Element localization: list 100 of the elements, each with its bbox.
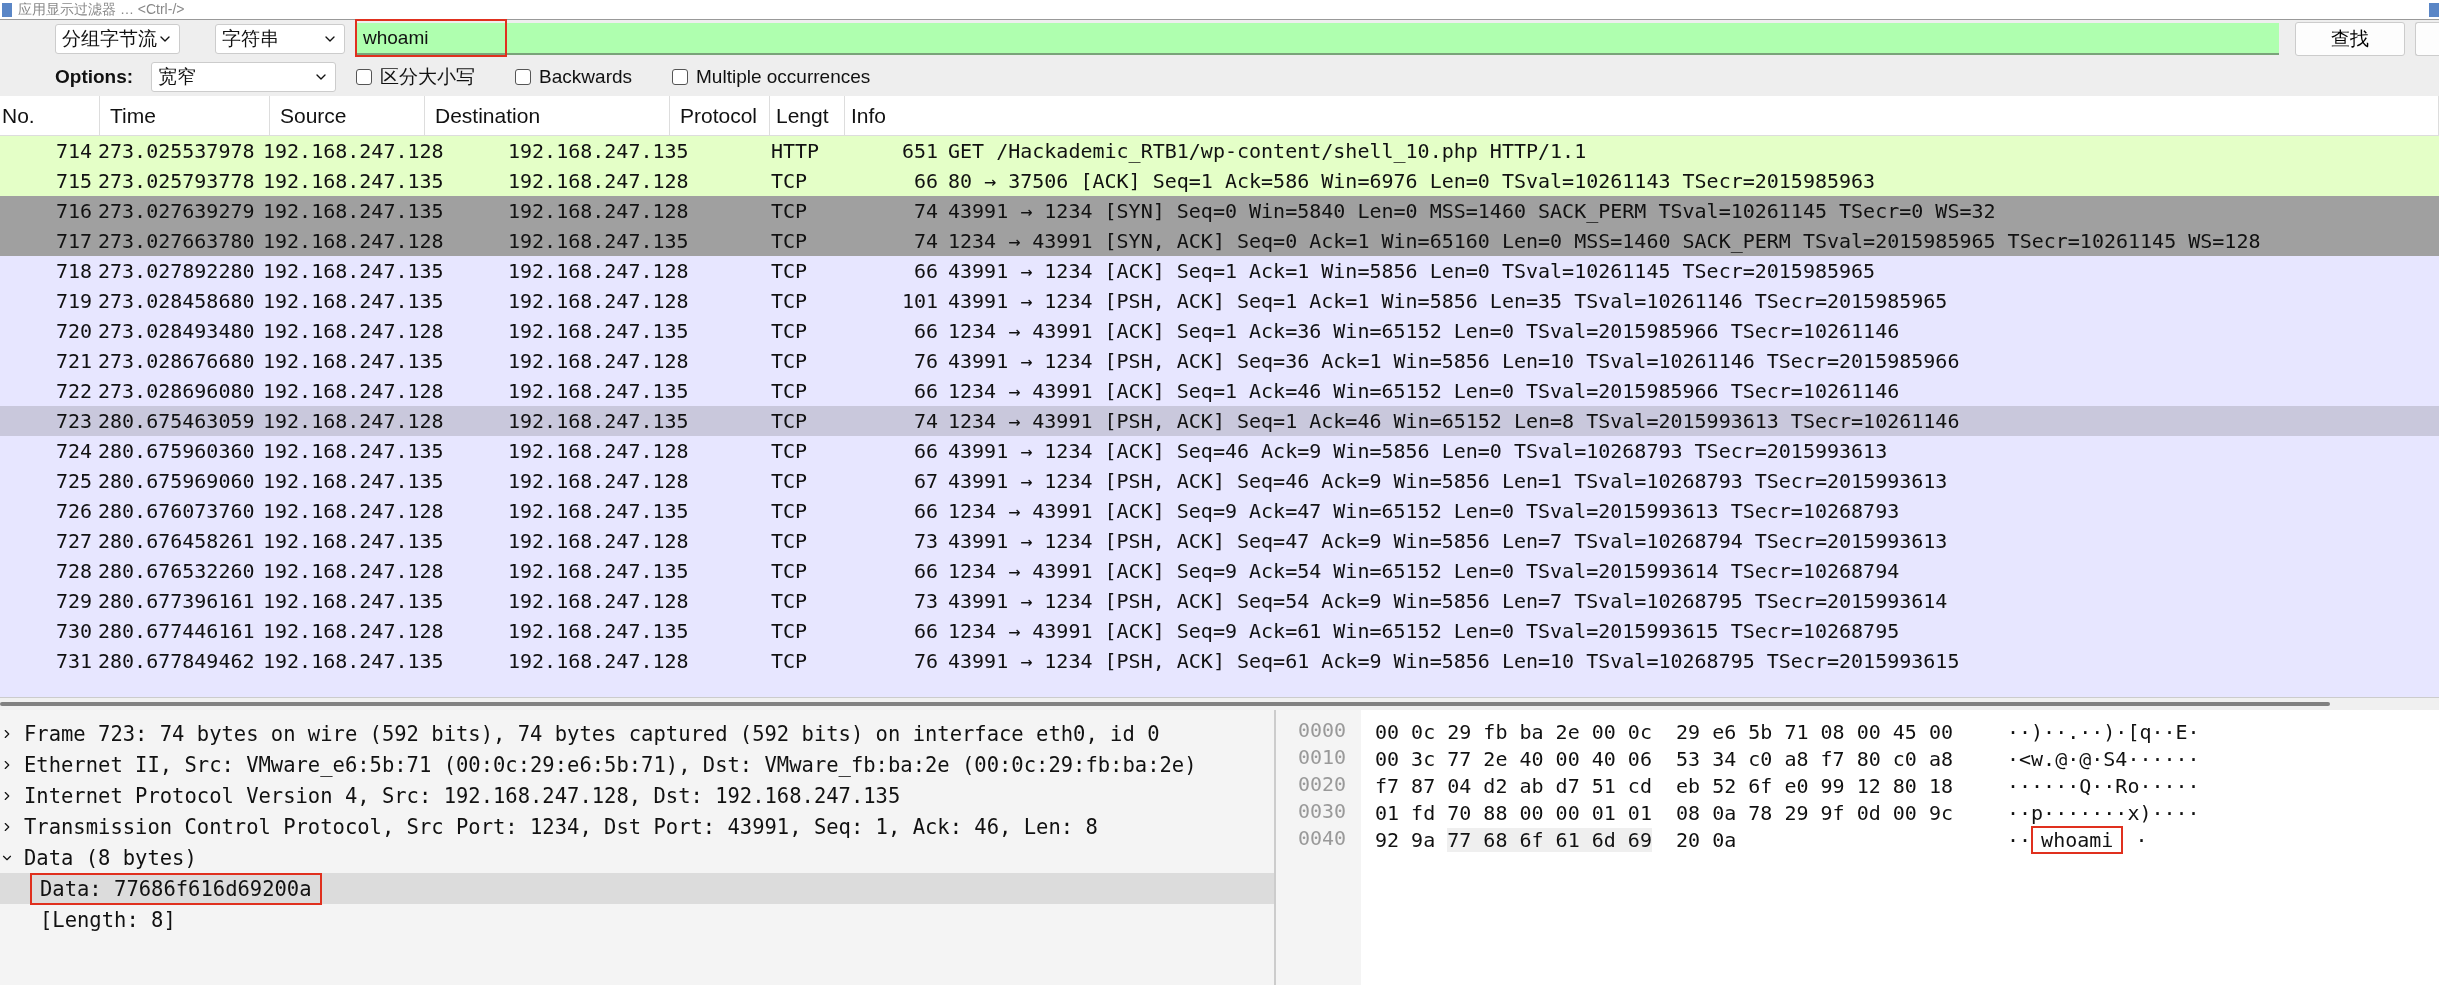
tree-row[interactable]: Data (8 bytes)	[0, 842, 1274, 873]
packet-number: 720	[54, 319, 93, 343]
column-header[interactable]: Source	[270, 96, 425, 135]
packet-info: 1234 → 43991 [ACK] Seq=1 Ack=46 Win=65152 Len=0 TSval=2015985966 TSecr=10261146	[947, 379, 1901, 403]
packet-protocol: TCP	[770, 199, 809, 223]
packet-protocol: TCP	[770, 319, 809, 343]
packet-source: 192.168.247.128	[262, 409, 445, 433]
packet-source: 192.168.247.128	[262, 319, 445, 343]
packet-info: 1234 → 43991 [ACK] Seq=9 Ack=61 Win=65152 Len=0 TSval=2015993615 TSecr=10268795	[947, 619, 1901, 643]
tree-row[interactable]: Transmission Control Protocol, Src Port: 1234, Dst Port: 43991, Seq: 1, Ack: 46, Len: 8	[0, 811, 1274, 842]
packet-info: 1234 → 43991 [SYN, ACK] Seq=0 Ack=1 Win=65160 Len=0 MSS=1460 SACK_PERM TSval=2015985965 TSecr=10261145 WS=128	[947, 229, 2262, 253]
option-checkbox[interactable]: Backwards	[515, 66, 633, 88]
hex-bytes: f7 87 04 d2 ab d7 51 cd	[1375, 773, 1652, 798]
tree-row[interactable]: Internet Protocol Version 4, Src: 192.168.247.128, Dst: 192.168.247.135	[0, 780, 1274, 811]
packet-info: GET /Hackademic_RTB1/wp-content/shell_10.php HTTP/1.1	[947, 139, 1588, 163]
packet-length: 73	[912, 589, 938, 613]
packet-length: 66	[912, 619, 938, 643]
packet-number: 725	[54, 469, 93, 493]
hex-bytes: 92 9a	[1375, 827, 1436, 852]
ascii-text: ··p·······x)····	[2006, 799, 2201, 827]
packet-protocol: TCP	[770, 349, 809, 373]
packet-time: 273.028493480	[97, 319, 256, 343]
packet-destination: 192.168.247.128	[507, 439, 690, 463]
packet-time: 273.025537978	[97, 139, 256, 163]
packet-time: 280.676458261	[97, 529, 256, 553]
packet-destination: 192.168.247.128	[507, 289, 690, 313]
packet-number: 724	[54, 439, 93, 463]
charset-dropdown[interactable]: 宽窄	[151, 62, 337, 92]
column-header[interactable]: No.	[0, 96, 100, 135]
packet-source: 192.168.247.128	[262, 499, 445, 523]
packet-destination: 192.168.247.128	[507, 469, 690, 493]
packet-number: 719	[54, 289, 93, 313]
column-header[interactable]: Time	[100, 96, 270, 135]
packet-destination: 192.168.247.128	[507, 259, 690, 283]
packet-destination: 192.168.247.135	[507, 619, 690, 643]
packet-source: 192.168.247.128	[262, 229, 445, 253]
search-in-dropdown[interactable]: 分组字节流	[55, 24, 180, 54]
packet-row[interactable]: 723 280.675463059 192.168.247.128 192.168.247.135 TCP 74 1234 → 43991 [PSH, ACK] Seq=1 Ack=46 Win=65152 Len=8 TSval=2015993613 TSecr=10261146	[0, 406, 2439, 436]
column-header[interactable]: Info	[845, 96, 2439, 135]
packet-source: 192.168.247.128	[262, 619, 445, 643]
packet-time: 273.028458680	[97, 289, 256, 313]
packet-source: 192.168.247.128	[262, 559, 445, 583]
tree-row[interactable]: Frame 723: 74 bytes on wire (592 bits), 74 bytes captured (592 bits) on interface eth0, id 0	[0, 718, 1274, 749]
find-button[interactable]: 查找	[2295, 22, 2405, 56]
packet-time: 280.677446161	[97, 619, 256, 643]
packet-destination: 192.168.247.135	[507, 409, 690, 433]
packet-protocol: TCP	[770, 259, 809, 283]
packet-length: 66	[912, 379, 938, 403]
tree-row[interactable]: Ethernet II, Src: VMware_e6:5b:71 (00:0c:29:e6:5b:71), Dst: VMware_fb:ba:2e (00:0c:29:fb:ba:2e)	[0, 749, 1274, 780]
packet-time: 273.028676680	[97, 349, 256, 373]
option-checkbox[interactable]: Multiple occurrences	[672, 66, 871, 88]
packet-row[interactable]: 716 273.027639279 192.168.247.135 192.168.247.128 TCP 74 43991 → 1234 [SYN] Seq=0 Win=5840 Len=0 MSS=1460 SACK_PERM TSval=10261145 TSecr=0 WS=32	[0, 196, 2439, 226]
ascii-text: ·<w.@·@·S4······	[2006, 745, 2201, 773]
packet-time: 280.676073760	[97, 499, 256, 523]
ascii-text: ··	[2006, 826, 2033, 854]
packet-number: 726	[54, 499, 93, 523]
column-header[interactable]: Protocol	[670, 96, 770, 135]
search-type-dropdown[interactable]: 字符串	[215, 24, 345, 54]
packet-protocol: TCP	[770, 469, 809, 493]
packet-source: 192.168.247.135	[262, 529, 445, 553]
packet-length: 66	[912, 439, 938, 463]
option-checkbox[interactable]: 区分大小写	[356, 64, 476, 90]
packet-number: 723	[54, 409, 93, 433]
hex-bytes: 77 68 6f 61 6d 69	[1447, 827, 1652, 852]
filter-placeholder[interactable]: 应用显示过滤器 … <Ctrl-/>	[18, 0, 2423, 19]
packet-protocol: TCP	[770, 529, 809, 553]
packet-time: 280.675463059	[97, 409, 256, 433]
packet-protocol: TCP	[770, 499, 809, 523]
packet-source: 192.168.247.135	[262, 169, 445, 193]
tree-text: Data (8 bytes)	[23, 844, 198, 872]
tree-text: Data: 77686f616d69200a	[30, 872, 322, 905]
packet-time: 280.677396161	[97, 589, 256, 613]
packet-row[interactable]: 717 273.027663780 192.168.247.128 192.168.247.135 TCP 74 1234 → 43991 [SYN, ACK] Seq=0 Ack=1 Win=65160 Len=0 MSS=1460 SACK_PERM TSval=2015985965 TSecr=10261145 WS=128	[0, 226, 2439, 256]
packet-length: 67	[912, 469, 938, 493]
packet-length: 74	[912, 409, 938, 433]
packet-protocol: HTTP	[770, 139, 821, 163]
packet-info: 43991 → 1234 [SYN] Seq=0 Win=5840 Len=0 MSS=1460 SACK_PERM TSval=10261145 TSecr=0 WS=32	[947, 199, 1997, 223]
packet-row[interactable]: 714 273.025537978 192.168.247.128 192.168.247.135 HTTP 651 GET /Hackademic_RTB1/wp-content/shell_10.php HTTP/1.1	[0, 136, 2439, 166]
packet-number: 715	[54, 169, 93, 193]
packet-length: 76	[912, 649, 938, 673]
packet-length: 76	[912, 349, 938, 373]
column-header[interactable]: Destination	[425, 96, 670, 135]
packet-info: 1234 → 43991 [ACK] Seq=9 Ack=54 Win=65152 Len=0 TSval=2015993614 TSecr=10268794	[947, 559, 1901, 583]
packet-protocol: TCP	[770, 559, 809, 583]
packet-row[interactable]: 715 273.025793778 192.168.247.135 192.168.247.128 TCP 66 80 → 37506 [ACK] Seq=1 Ack=586 Win=6976 Len=0 TSval=10261143 TSecr=2015985963	[0, 166, 2439, 196]
tree-row[interactable]: [Length: 8]	[0, 904, 1274, 935]
packet-number: 729	[54, 589, 93, 613]
packet-number: 721	[54, 349, 93, 373]
packet-info: 1234 → 43991 [PSH, ACK] Seq=1 Ack=46 Win=65152 Len=8 TSval=2015993613 TSecr=10261146	[947, 409, 1961, 433]
packet-info: 80 → 37506 [ACK] Seq=1 Ack=586 Win=6976 Len=0 TSval=10261143 TSecr=2015985963	[947, 169, 1877, 193]
packet-source: 192.168.247.135	[262, 289, 445, 313]
packet-destination: 192.168.247.135	[507, 499, 690, 523]
tree-text: Internet Protocol Version 4, Src: 192.168.247.128, Dst: 192.168.247.135	[23, 782, 902, 810]
ascii-text: ······Q··Ro·····	[2006, 772, 2201, 800]
packet-protocol: TCP	[770, 409, 809, 433]
packet-info: 43991 → 1234 [ACK] Seq=1 Ack=1 Win=5856 Len=0 TSval=10261145 TSecr=2015985965	[947, 259, 1877, 283]
tree-row[interactable]: Data: 77686f616d69200a	[0, 873, 1274, 904]
packet-destination: 192.168.247.128	[507, 649, 690, 673]
tree-text: [Length: 8]	[39, 906, 177, 934]
column-header[interactable]: Lengt	[770, 96, 845, 135]
